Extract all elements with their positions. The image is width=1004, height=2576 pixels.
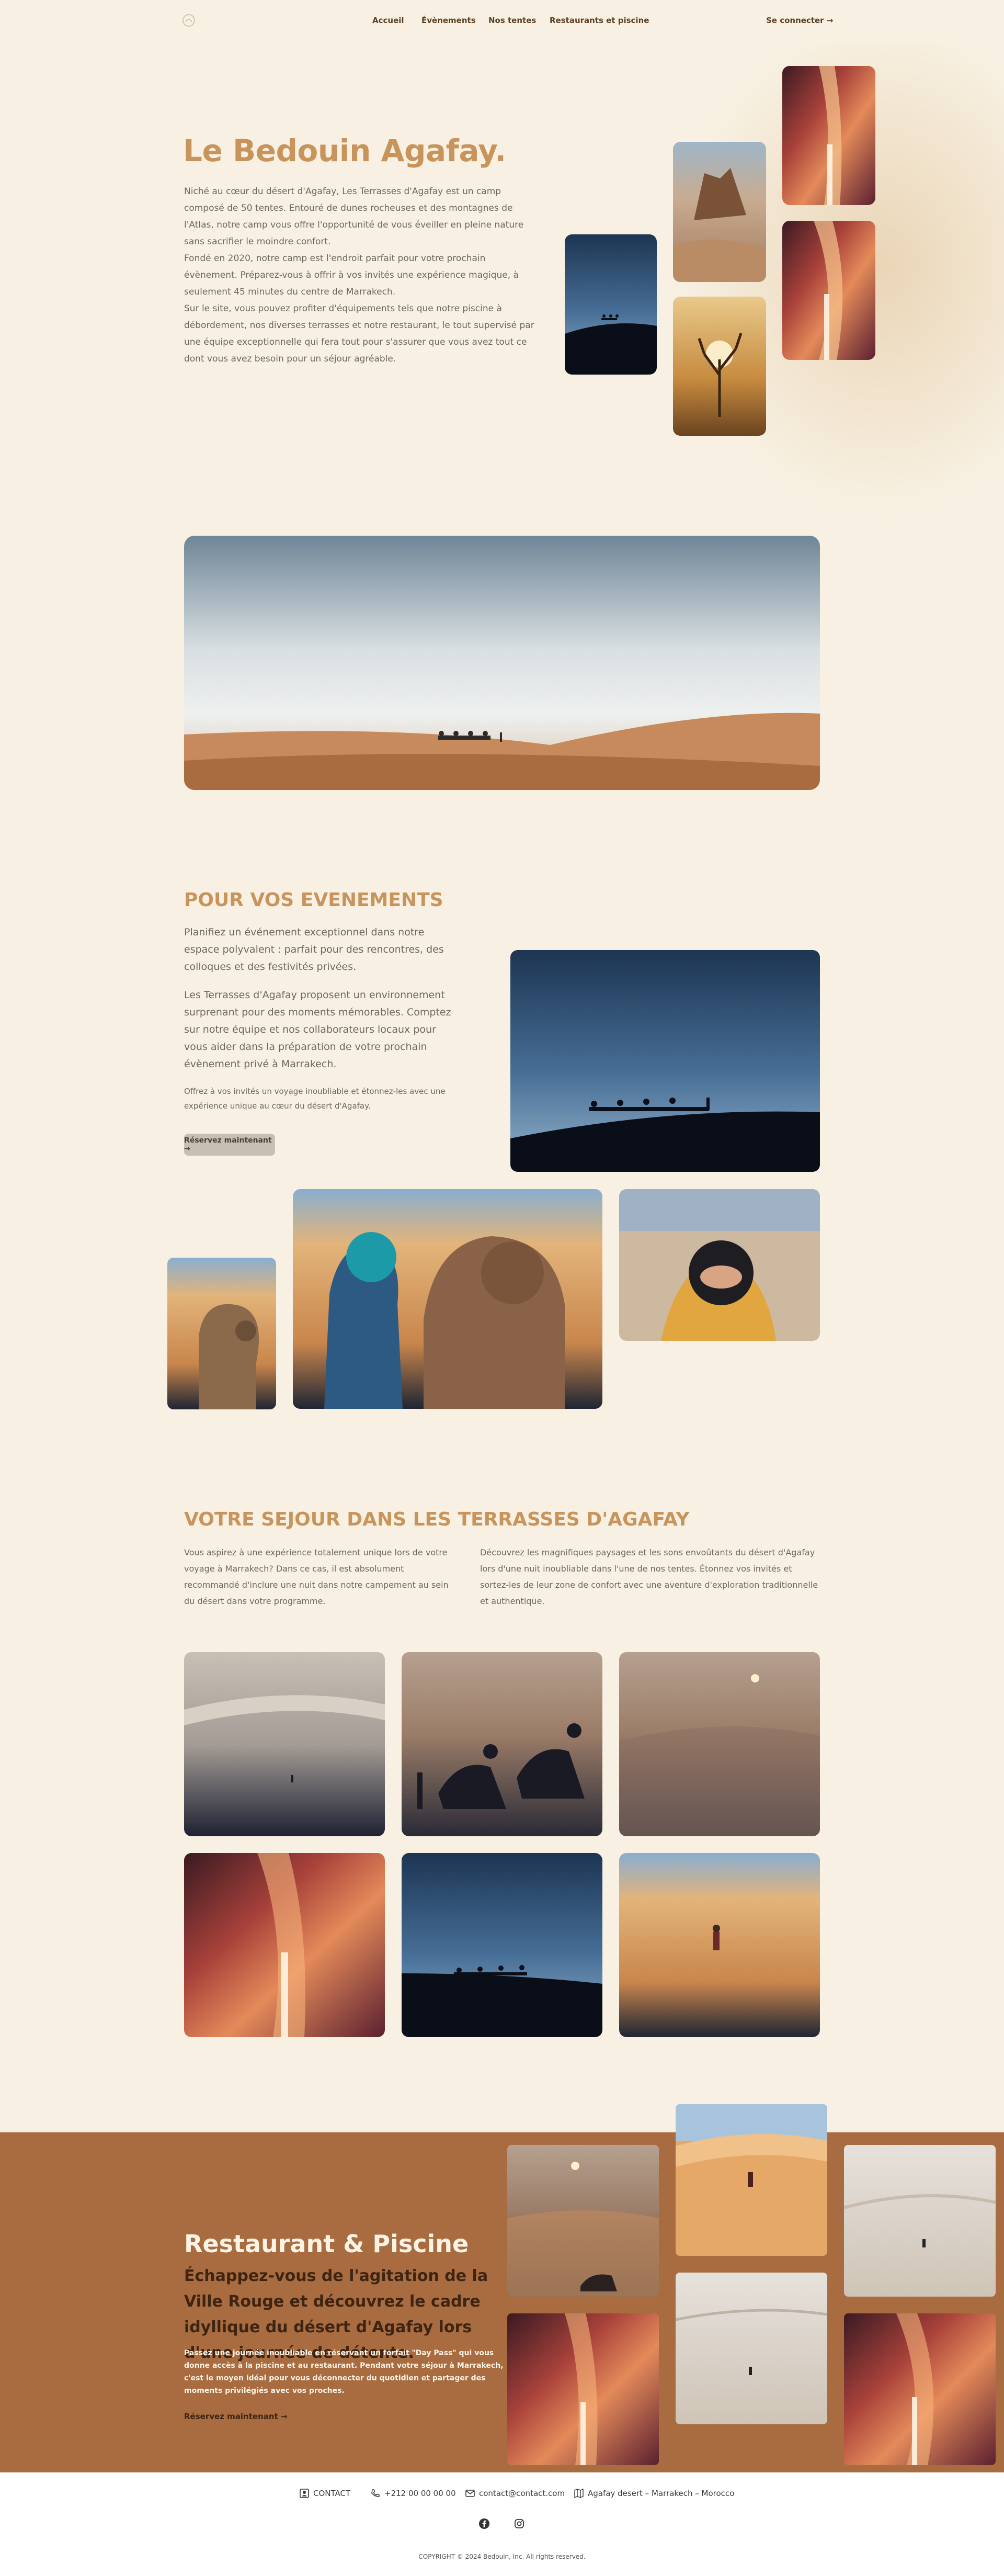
photo-lone-walker-white-sand [844, 2145, 996, 2297]
hero-title: Le Bedouin Agafay. [183, 133, 506, 168]
photo-camel-portrait [167, 1258, 276, 1409]
photo-camel-silhouette-night [565, 234, 657, 375]
photo-walker-pale-dune [676, 2273, 827, 2424]
login-link[interactable]: Se connecter → [766, 16, 833, 25]
nav-link-accueil[interactable]: Accueil [372, 16, 404, 25]
photo-lone-walker-dune [184, 1652, 385, 1836]
footer-address[interactable]: Agafay desert – Marrakech – Morocco [574, 2488, 734, 2499]
footer-contact[interactable]: CONTACT [299, 2488, 350, 2499]
photo-woman-dunes [619, 1853, 820, 2037]
sejour-column-2: Découvrez les magnifiques paysages et le… [480, 1547, 818, 1606]
reserve-button[interactable]: Réservez maintenant → [184, 1134, 275, 1156]
mail-icon [465, 2490, 475, 2497]
photo-camel-caravan-night [510, 950, 820, 1172]
nav-link-evenements[interactable]: Évènements [421, 16, 476, 25]
footer-phone[interactable]: +212 00 00 00 00 [370, 2488, 456, 2499]
logo-icon[interactable] [181, 13, 197, 28]
map-icon [574, 2488, 584, 2499]
footer-email-label: contact@contact.com [479, 2489, 565, 2498]
photo-canyon-light-2 [782, 221, 875, 360]
events-title: POUR VOS EVENEMENTS [184, 889, 443, 911]
footer-phone-label: +212 00 00 00 00 [384, 2489, 456, 2498]
photo-caravan-night-square [402, 1853, 602, 2037]
phone-icon [371, 2489, 380, 2497]
hero-paragraph: Niché au cœur du désert d'Agafay, Les Te… [184, 186, 524, 247]
nav-link-restaurants-piscine[interactable]: Restaurants et piscine [550, 16, 649, 25]
photo-camel-riders [402, 1652, 602, 1836]
events-paragraph-2: Les Terrasses d'Agafay proposent un envi… [184, 989, 451, 1070]
instagram-icon[interactable] [514, 2518, 525, 2529]
events-paragraph-3: Offrez à vos invités un voyage inoubliab… [184, 1087, 446, 1111]
sejour-title: VOTRE SEJOUR DANS LES TERRASSES D'AGAFAY [184, 1509, 690, 1530]
facebook-icon[interactable] [478, 2518, 490, 2529]
hero-paragraph: Fondé en 2020, notre camp est l'endroit … [184, 253, 519, 297]
photo-canyon-wide [184, 1853, 385, 2037]
copyright: COPYRIGHT © 2024 Bedouin, Inc. All right… [418, 2553, 586, 2560]
photo-canyon-band-1 [507, 2313, 659, 2465]
photo-camel-caravan-wide [184, 536, 820, 790]
photo-walker-orange-dunes [676, 2104, 827, 2256]
restaurant-description: Passez une journée inoubliable en réserv… [184, 2349, 504, 2395]
contact-card-icon [300, 2489, 309, 2498]
photo-canyon-light-1 [782, 66, 875, 205]
hero-description: Niché au cœur du désert d'Agafay, Les Te… [184, 183, 540, 367]
nav-link-nos-tentes[interactable]: Nos tentes [488, 16, 536, 25]
footer-contact-label: CONTACT [313, 2489, 351, 2498]
hero-paragraph: Sur le site, vous pouvez profiter d'équi… [184, 303, 534, 364]
photo-joshua-tree-sunset [673, 297, 766, 436]
photo-camel-dunes-sunset [507, 2145, 659, 2297]
restaurant-title: Restaurant & Piscine [184, 2230, 469, 2258]
sejour-column-1: Vous aspirez à une expérience totalement… [184, 1547, 449, 1606]
photo-rock-desert [673, 142, 766, 282]
photo-woman-with-camel [293, 1189, 602, 1409]
photo-canyon-band-2 [844, 2313, 996, 2465]
photo-woman-headscarf [619, 1189, 820, 1341]
footer-address-label: Agafay desert – Marrakech – Morocco [588, 2489, 735, 2498]
restaurant-reserve-link[interactable]: Réservez maintenant → [184, 2412, 287, 2421]
footer-email[interactable]: contact@contact.com [465, 2488, 565, 2499]
photo-dunes-dusk [619, 1652, 820, 1836]
events-paragraph-1: Planifiez un événement exceptionnel dans… [184, 927, 444, 973]
